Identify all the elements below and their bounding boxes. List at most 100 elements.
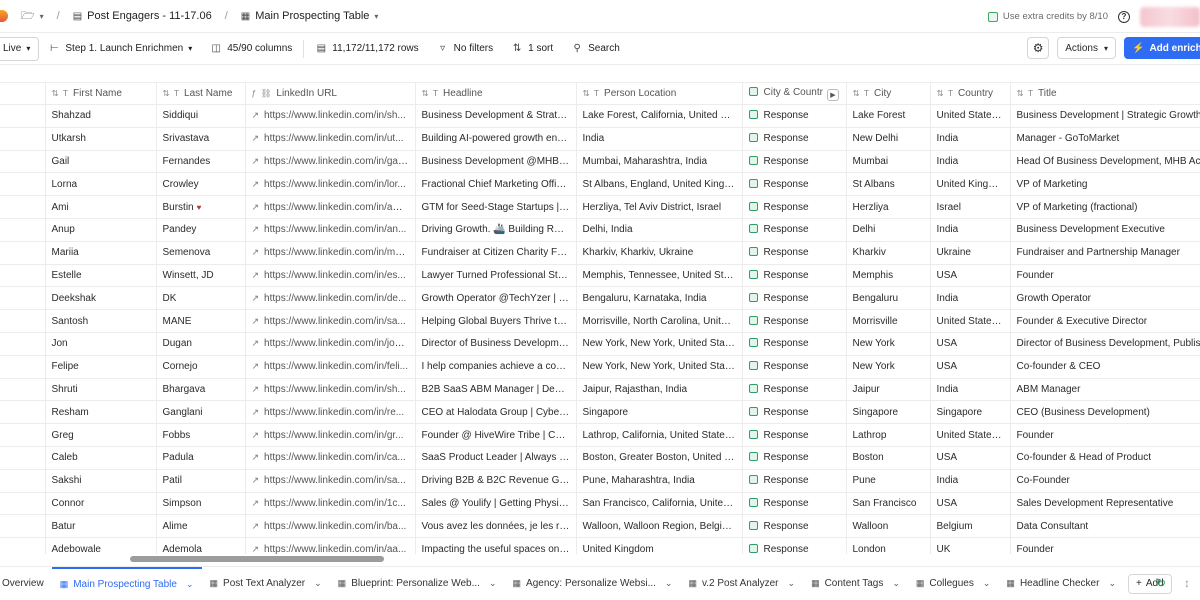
table-cell[interactable]: Response [742,264,847,288]
row-selector-cell[interactable] [0,423,46,447]
table-cell[interactable]: Business Development | Strategic Growth … [1010,104,1200,128]
table-cell[interactable]: DK [156,286,246,311]
table-cell[interactable]: Siddiqui [156,104,246,128]
table-cell[interactable]: Founder & Executive Director [1010,309,1200,333]
scrollbar-thumb[interactable] [130,556,384,562]
table-cell[interactable]: Bhargava [156,378,246,402]
column-header[interactable]: ƒ ⛓ LinkedIn URL [245,82,416,105]
table-row[interactable]: Connor Simpson ↗ https://www.linkedin.com/i… [0,492,1200,516]
table-cell[interactable]: United States ... [930,104,1011,128]
external-link-icon[interactable]: ↗ [252,384,260,394]
table-cell[interactable]: India [930,286,1011,311]
table-cell[interactable]: United States ... [930,423,1011,447]
row-selector-cell[interactable] [0,218,46,242]
tab-headline-checker[interactable]: ▦ Headline Checker ⌄ [998,567,1124,600]
table-cell[interactable]: Padula [156,446,246,470]
table-cell[interactable]: Fundraiser at Citizen Charity Fou... [415,241,577,265]
table-cell[interactable]: Business Development Executive [1010,218,1200,242]
table-cell[interactable]: Founder [1010,537,1200,554]
table-cell[interactable]: London [846,537,931,554]
table-cell[interactable]: Ganglani [156,400,246,425]
table-cell[interactable]: Walloon [846,514,931,539]
table-cell[interactable]: Connor [45,492,157,516]
table-cell[interactable]: Growth Operator [1010,286,1200,311]
table-cell[interactable]: Response [742,355,847,379]
table-cell[interactable]: ↗ https://www.linkedin.com/in/am... [245,195,416,219]
external-link-icon[interactable]: ↗ [252,202,260,212]
breadcrumb-workbook[interactable]: Post Engagers - 11-17.06 [87,10,212,22]
table-cell[interactable]: VP of Marketing [1010,172,1200,197]
external-link-icon[interactable]: ↗ [252,521,260,531]
table-row[interactable]: Ami Burstin ♥ ↗ https://www.linkedin.com/in/… [0,195,1200,219]
table-cell[interactable]: ↗ https://www.linkedin.com/in/sa... [245,469,416,493]
row-selector-cell[interactable] [0,446,46,470]
table-cell[interactable]: India [930,127,1011,151]
table-cell[interactable]: Mumbai, Maharashtra, India [576,150,743,174]
table-cell[interactable]: Response [742,104,847,128]
table-row[interactable]: Estelle Winsett, JD ↗ https://www.linkedin.… [0,264,1200,288]
table-cell[interactable]: Business Development & Strateg... [415,104,577,128]
table-cell[interactable]: Patil [156,469,246,493]
table-cell[interactable]: Bengaluru [846,286,931,311]
column-header[interactable]: City & Countr ▶ [742,82,847,105]
table-cell[interactable]: ↗ https://www.linkedin.com/in/re... [245,400,416,425]
table-cell[interactable]: Mumbai [846,150,931,174]
row-selector-header[interactable] [0,82,46,105]
chevron-down-icon[interactable]: ⌄ [892,578,900,589]
table-cell[interactable]: India [930,218,1011,242]
chevron-down-icon[interactable]: ⌄ [983,578,991,589]
table-cell[interactable]: Lathrop [846,423,931,447]
table-cell[interactable]: Belgium [930,514,1011,539]
table-cell[interactable]: CEO (Business Development) [1010,400,1200,425]
table-cell[interactable]: ↗ https://www.linkedin.com/in/1c... [245,492,416,516]
table-cell[interactable]: Anup [45,218,157,242]
tab-collegues[interactable]: ▦ Collegues ⌄ [908,567,999,600]
table-cell[interactable]: Kharkiv [846,241,931,265]
row-selector-cell[interactable] [0,264,46,288]
table-cell[interactable]: Singapore [846,400,931,425]
row-selector-cell[interactable] [0,537,46,554]
table-cell[interactable]: ↗ https://www.linkedin.com/in/ut... [245,127,416,151]
table-cell[interactable]: ↗ https://www.linkedin.com/in/es... [245,264,416,288]
table-cell[interactable]: Co-founder & CEO [1010,355,1200,379]
table-cell[interactable]: Helping Global Buyers Thrive thr... [415,309,577,333]
table-cell[interactable]: San Francisco, California, United ... [576,492,743,516]
row-selector-cell[interactable] [0,127,46,151]
table-cell[interactable]: Deekshak [45,286,157,311]
table-cell[interactable]: Response [742,446,847,470]
column-header[interactable]: ⇅ T Title [1010,82,1200,105]
help-icon[interactable]: ? [1118,10,1130,23]
table-cell[interactable]: Business Development @MHB A... [415,150,577,174]
table-cell[interactable]: Founder [1010,423,1200,447]
table-cell[interactable]: Response [742,400,847,425]
user-avatar[interactable] [1140,6,1200,27]
external-link-icon[interactable]: ↗ [252,407,260,417]
table-cell[interactable]: St Albans, England, United Kingdom [576,172,743,197]
table-cell[interactable]: Morrisville [846,309,931,333]
table-cell[interactable]: Delhi [846,218,931,242]
refresh-icon[interactable]: ↻ [1156,576,1166,590]
external-link-icon[interactable]: ↗ [252,475,260,485]
table-cell[interactable]: Ukraine [930,241,1011,265]
table-cell[interactable]: Memphis, Tennessee, United Stat... [576,264,743,288]
table-cell[interactable]: Data Consultant [1010,514,1200,539]
table-row[interactable]: Shruti Bhargava ↗ https://www.linkedin.com/… [0,378,1200,402]
table-cell[interactable]: ↗ https://www.linkedin.com/in/jon... [245,332,416,356]
table-cell[interactable]: ↗ https://www.linkedin.com/in/gai... [245,150,416,174]
external-link-icon[interactable]: ↗ [252,270,260,280]
table-cell[interactable]: Fundraiser and Partnership Manager [1010,241,1200,265]
table-cell[interactable]: USA [930,492,1011,516]
run-column-play-icon[interactable]: ▶ [826,88,839,101]
table-cell[interactable]: Co-Founder [1010,469,1200,493]
table-cell[interactable]: Sales Development Representative [1010,492,1200,516]
table-cell[interactable]: ↗ https://www.linkedin.com/in/ma... [245,241,416,265]
settings-gear-button[interactable]: ⚙ [1027,37,1050,59]
table-cell[interactable]: ↗ https://www.linkedin.com/in/aa... [245,537,416,554]
external-link-icon[interactable]: ↗ [252,498,260,508]
table-cell[interactable]: Pune, Maharashtra, India [576,469,743,493]
chevron-down-icon[interactable]: ⌄ [788,578,796,589]
table-cell[interactable]: VP of Marketing (fractional) [1010,195,1200,219]
column-header[interactable]: ⇅ T Country [930,82,1011,105]
table-cell[interactable]: Response [742,172,847,197]
table-row[interactable]: Batur Alime ↗ https://www.linkedin.com/in/b… [0,514,1200,539]
